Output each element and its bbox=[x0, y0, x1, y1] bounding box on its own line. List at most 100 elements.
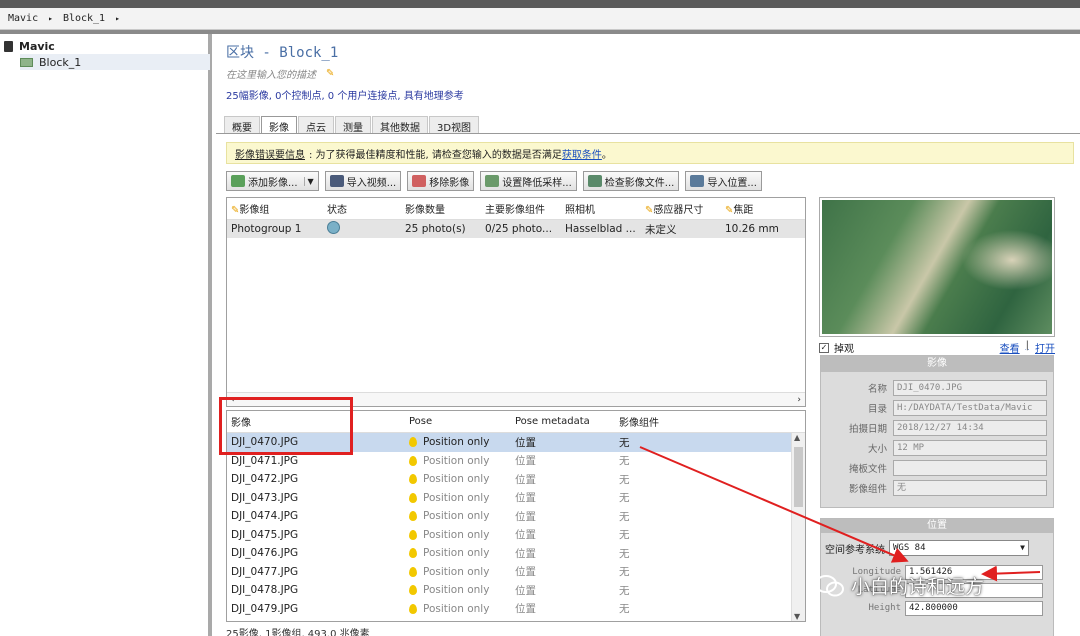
remove-images-button[interactable]: 移除影像 bbox=[407, 171, 475, 191]
srs-select[interactable]: WGS 84 ▼ bbox=[889, 540, 1029, 556]
breadcrumb-end-icon[interactable]: ▸ bbox=[115, 14, 120, 23]
tree-item-project[interactable]: Mavic bbox=[4, 38, 204, 54]
table-row[interactable]: Photogroup 1 25 photo(s) 0/25 photo... H… bbox=[227, 220, 805, 238]
pose-cell: Position only bbox=[405, 492, 511, 504]
image-component: 无 bbox=[619, 584, 630, 597]
pose-metadata[interactable]: 位置 bbox=[511, 583, 615, 598]
property-label: 大小 bbox=[867, 444, 887, 455]
property-label: 掩板文件 bbox=[848, 464, 887, 475]
pose-metadata[interactable]: 位置 bbox=[511, 564, 615, 579]
scroll-right-icon[interactable]: › bbox=[797, 395, 801, 405]
view-link[interactable]: 查看 bbox=[1000, 340, 1020, 355]
check-image-files-button[interactable]: 检查影像文件... bbox=[582, 171, 680, 191]
image-name: DJI_0478.JPG bbox=[231, 584, 299, 597]
image-preview[interactable] bbox=[819, 197, 1055, 337]
position-pin-icon bbox=[409, 474, 417, 485]
property-row: 目录 H:/DAYDATA/TestData/Mavic bbox=[821, 398, 1053, 418]
col-focal[interactable]: ✎焦距 bbox=[721, 201, 805, 216]
scroll-left-icon[interactable]: ‹ bbox=[231, 395, 235, 405]
breadcrumb-block[interactable]: Block_1 bbox=[63, 13, 105, 24]
property-value[interactable]: H:/DAYDATA/TestData/Mavic bbox=[893, 400, 1047, 416]
property-row: 名称 DJI_0470.JPG bbox=[821, 378, 1053, 398]
tab-point-clouds[interactable]: 点云 bbox=[298, 116, 334, 134]
col-photogroup[interactable]: ✎影像组 bbox=[227, 201, 323, 216]
breadcrumb-separator-icon: ▸ bbox=[48, 14, 53, 23]
scroll-down-icon[interactable]: ▼ bbox=[794, 612, 800, 621]
pose-metadata[interactable]: 位置 bbox=[511, 453, 615, 468]
table-row[interactable]: DJI_0471.JPG Position only 位置无 bbox=[227, 452, 805, 471]
col-image-component[interactable]: 影像组件 bbox=[615, 414, 787, 429]
breadcrumb-root[interactable]: Mavic bbox=[8, 13, 38, 24]
pose-metadata[interactable]: 位置 bbox=[511, 601, 615, 616]
property-value[interactable] bbox=[893, 460, 1047, 476]
tree-item-block[interactable]: Block_1 bbox=[20, 54, 210, 70]
pose-cell: Position only bbox=[405, 603, 511, 615]
srs-value: WGS 84 bbox=[893, 543, 926, 553]
pose-metadata[interactable]: 位置 bbox=[511, 509, 615, 524]
col-image[interactable]: 影像 bbox=[227, 414, 405, 429]
pose-value: Position only bbox=[423, 491, 490, 504]
import-video-button[interactable]: 导入视频... bbox=[324, 171, 402, 191]
table-row[interactable]: DJI_0475.JPG Position only 位置无 bbox=[227, 526, 805, 545]
table-row[interactable]: DJI_0476.JPG Position only 位置无 bbox=[227, 544, 805, 563]
pose-metadata[interactable]: 位置 bbox=[511, 546, 615, 561]
project-tree: Mavic Block_1 bbox=[0, 34, 212, 636]
col-status[interactable]: 状态 bbox=[323, 201, 401, 216]
import-positions-button[interactable]: 导入位置... bbox=[685, 171, 762, 191]
col-pose[interactable]: Pose bbox=[405, 416, 511, 427]
add-images-button[interactable]: 添加影像... ▼ bbox=[226, 171, 319, 191]
chevron-down-icon: ▼ bbox=[1020, 543, 1025, 552]
col-sensor[interactable]: ✎感应器尺寸 bbox=[641, 201, 721, 216]
open-link[interactable]: 打开 bbox=[1035, 340, 1055, 355]
set-downsampling-button[interactable]: 设置降低采样... bbox=[480, 171, 577, 191]
tab-surveys[interactable]: 测量 bbox=[335, 116, 371, 134]
window-top-strip bbox=[0, 0, 1080, 8]
table-row[interactable]: DJI_0470.JPG Position only 位置无 bbox=[227, 433, 805, 452]
status-cell bbox=[323, 221, 401, 237]
table-row[interactable]: DJI_0478.JPG Position only 位置无 bbox=[227, 581, 805, 600]
property-value[interactable]: DJI_0470.JPG bbox=[893, 380, 1047, 396]
tab-3d-view[interactable]: 3D视图 bbox=[429, 116, 480, 134]
pencil-icon[interactable]: ✎ bbox=[326, 68, 334, 79]
warning-text: : 为了获得最佳精度和性能, 请检查您输入的数据是否满足 bbox=[309, 149, 562, 161]
pose-metadata[interactable]: 位置 bbox=[511, 435, 615, 450]
pose-metadata[interactable]: 位置 bbox=[511, 527, 615, 542]
video-icon bbox=[329, 175, 344, 187]
vertical-scrollbar[interactable]: ▲ ▼ bbox=[791, 433, 805, 621]
aerial-photo bbox=[822, 200, 1052, 334]
image-component: 无 bbox=[619, 455, 630, 468]
requirements-link[interactable]: 获取条件 bbox=[562, 146, 602, 161]
coordinate-field[interactable]: 42.800000 bbox=[905, 600, 1043, 616]
col-pose-metadata[interactable]: Pose metadata bbox=[511, 416, 615, 427]
sensor-size: 未定义 bbox=[645, 223, 677, 236]
property-value[interactable]: 2018/12/27 14:34 bbox=[893, 420, 1047, 436]
table-row[interactable]: DJI_0473.JPG Position only 位置无 bbox=[227, 489, 805, 508]
col-component[interactable]: 主要影像组件 bbox=[481, 201, 561, 216]
table-row[interactable]: DJI_0479.JPG Position only 位置无 bbox=[227, 600, 805, 619]
chevron-down-icon[interactable]: ▼ bbox=[303, 176, 314, 186]
description-field[interactable]: 在这里输入您的描述 ✎ bbox=[226, 66, 334, 81]
scrollbar-thumb[interactable] bbox=[794, 447, 803, 507]
col-count[interactable]: 影像数量 bbox=[401, 201, 481, 216]
tab-photos[interactable]: 影像 bbox=[261, 116, 297, 134]
property-value[interactable]: 12 MP bbox=[893, 440, 1047, 456]
table-row[interactable]: DJI_0472.JPG Position only 位置无 bbox=[227, 470, 805, 489]
warning-banner: 影像错误要信息 : 为了获得最佳精度和性能, 请检查您输入的数据是否满足 获取条… bbox=[226, 142, 1074, 164]
property-value[interactable]: 无 bbox=[893, 480, 1047, 496]
image-name: DJI_0477.JPG bbox=[231, 565, 299, 578]
thumbnail-checkbox[interactable]: ✓ bbox=[819, 342, 829, 353]
table-row[interactable]: DJI_0474.JPG Position only 位置无 bbox=[227, 507, 805, 526]
tab-additional-data[interactable]: 其他数据 bbox=[372, 116, 428, 134]
scroll-up-icon[interactable]: ▲ bbox=[794, 433, 800, 442]
horizontal-scrollbar[interactable]: ‹ › bbox=[227, 392, 805, 406]
table-row[interactable]: DJI_0477.JPG Position only 位置无 bbox=[227, 563, 805, 582]
wechat-icon bbox=[815, 574, 844, 596]
tab-general[interactable]: 概要 bbox=[224, 116, 260, 134]
pose-metadata[interactable]: 位置 bbox=[511, 472, 615, 487]
warning-label[interactable]: 影像错误要信息 bbox=[235, 146, 305, 161]
col-camera[interactable]: 照相机 bbox=[561, 201, 641, 216]
position-pin-icon bbox=[409, 566, 417, 577]
pose-cell: Position only bbox=[405, 584, 511, 596]
block-icon bbox=[20, 57, 33, 67]
pose-metadata[interactable]: 位置 bbox=[511, 490, 615, 505]
